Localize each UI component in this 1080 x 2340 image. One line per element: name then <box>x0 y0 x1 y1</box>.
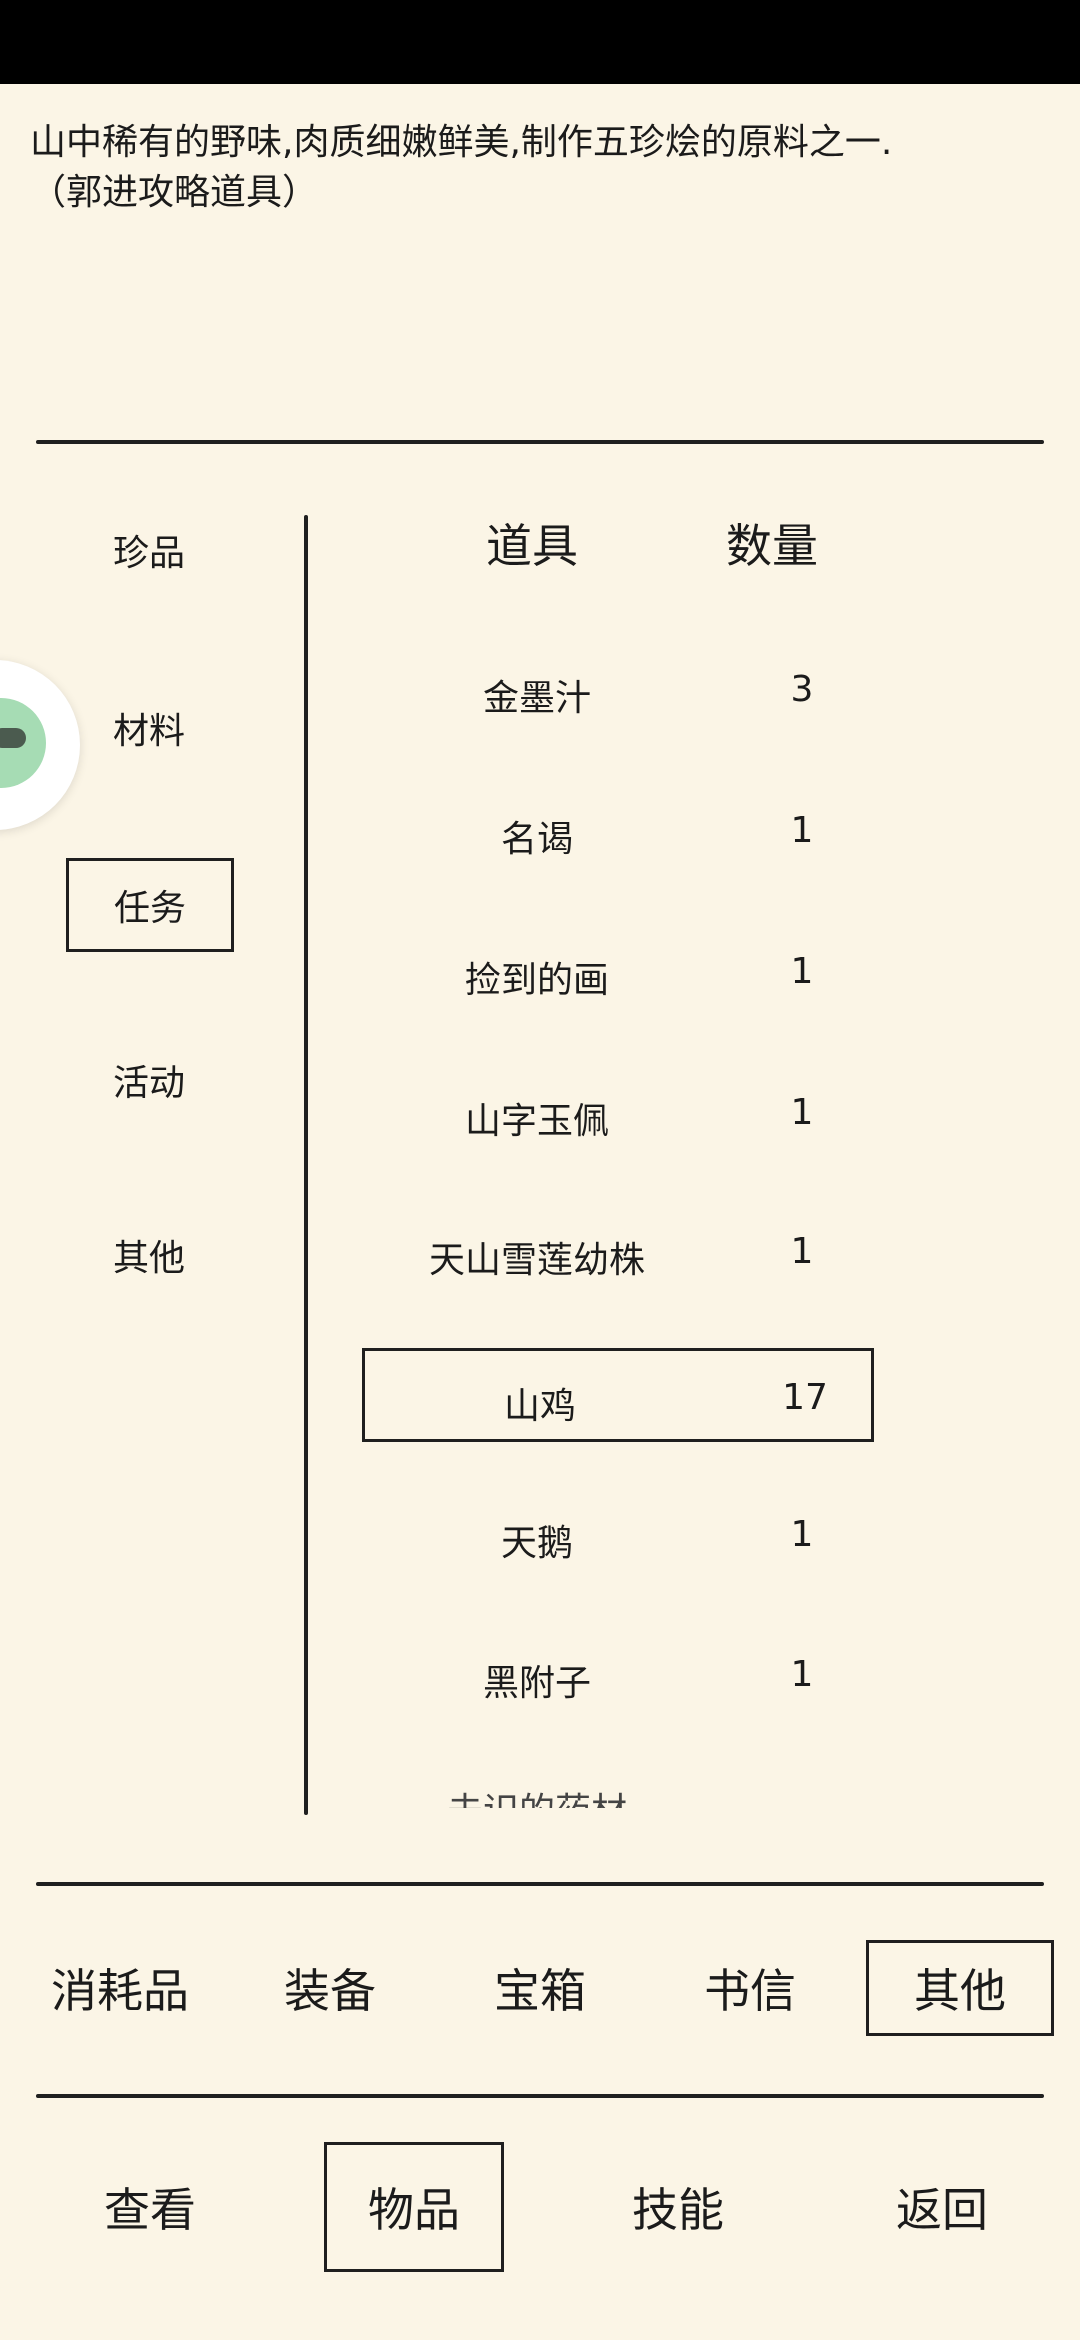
tab-consumables[interactable]: 消耗品 <box>40 1940 200 2036</box>
nav-items[interactable]: 物品 <box>324 2142 504 2272</box>
nav-back[interactable]: 返回 <box>852 2142 1032 2272</box>
nav-view[interactable]: 查看 <box>60 2142 240 2272</box>
item-quantity: 1 <box>790 1092 814 1133</box>
category-events[interactable]: 活动 <box>64 1035 234 1125</box>
tab-other[interactable]: 其他 <box>866 1940 1054 2036</box>
item-name: 金墨汁 <box>482 678 591 719</box>
item-quantity: 1 <box>790 1231 814 1272</box>
nav-skills[interactable]: 技能 <box>588 2142 768 2272</box>
status-bar <box>0 0 1080 84</box>
description-line-1: 山中稀有的野味,肉质细嫩鲜美,制作五珍烩的原料之一. <box>30 122 893 163</box>
assistant-face-icon <box>0 698 46 788</box>
item-name: 黑附子 <box>482 1663 591 1704</box>
middle-divider <box>36 1882 1044 1886</box>
item-name: 天山雪莲幼株 <box>428 1240 645 1281</box>
item-name: 天鹅 <box>500 1523 573 1564</box>
table-row[interactable]: 金墨汁 3 <box>362 643 874 737</box>
item-quantity: 1 <box>790 810 814 851</box>
category-other[interactable]: 其他 <box>64 1210 234 1300</box>
table-row[interactable]: 黑附子 1 <box>362 1628 874 1722</box>
item-quantity: 1 <box>790 951 814 992</box>
column-header-quantity: 数量 <box>726 519 818 573</box>
table-row-partial: 未识的药材 <box>362 1780 874 1808</box>
tab-chests[interactable]: 宝箱 <box>460 1940 620 2036</box>
category-divider <box>304 515 308 1815</box>
item-name: 名谒 <box>500 819 573 860</box>
category-materials[interactable]: 材料 <box>64 683 234 773</box>
table-row[interactable]: 天鹅 1 <box>362 1488 874 1582</box>
item-name: 未识的药材 <box>362 1782 712 1808</box>
assistant-eye-icon <box>0 728 26 748</box>
item-quantity: 1 <box>790 1514 814 1555</box>
item-description: 山中稀有的野味,肉质细嫩鲜美,制作五珍烩的原料之一. （郭进攻略道具） <box>30 118 1050 218</box>
top-divider <box>36 440 1044 444</box>
bottom-divider <box>36 2094 1044 2098</box>
item-name: 捡到的画 <box>464 960 609 1001</box>
table-row[interactable]: 名谒 1 <box>362 784 874 878</box>
category-treasure[interactable]: 珍品 <box>64 505 234 595</box>
item-name: 山字玉佩 <box>464 1101 609 1142</box>
item-quantity: 17 <box>782 1377 828 1418</box>
item-quantity: 3 <box>790 669 814 710</box>
table-row[interactable]: 天山雪莲幼株 1 <box>362 1205 874 1299</box>
table-row-selected[interactable]: 山鸡 17 <box>362 1348 874 1442</box>
item-name: 山鸡 <box>503 1386 576 1427</box>
table-row[interactable]: 山字玉佩 1 <box>362 1066 874 1160</box>
tab-equipment[interactable]: 装备 <box>250 1940 410 2036</box>
table-row[interactable]: 捡到的画 1 <box>362 925 874 1019</box>
category-quest[interactable]: 任务 <box>66 858 234 952</box>
item-quantity: 1 <box>790 1654 814 1695</box>
description-line-2: （郭进攻略道具） <box>30 172 319 213</box>
tab-letters[interactable]: 书信 <box>670 1940 830 2036</box>
column-header-item: 道具 <box>486 519 578 573</box>
